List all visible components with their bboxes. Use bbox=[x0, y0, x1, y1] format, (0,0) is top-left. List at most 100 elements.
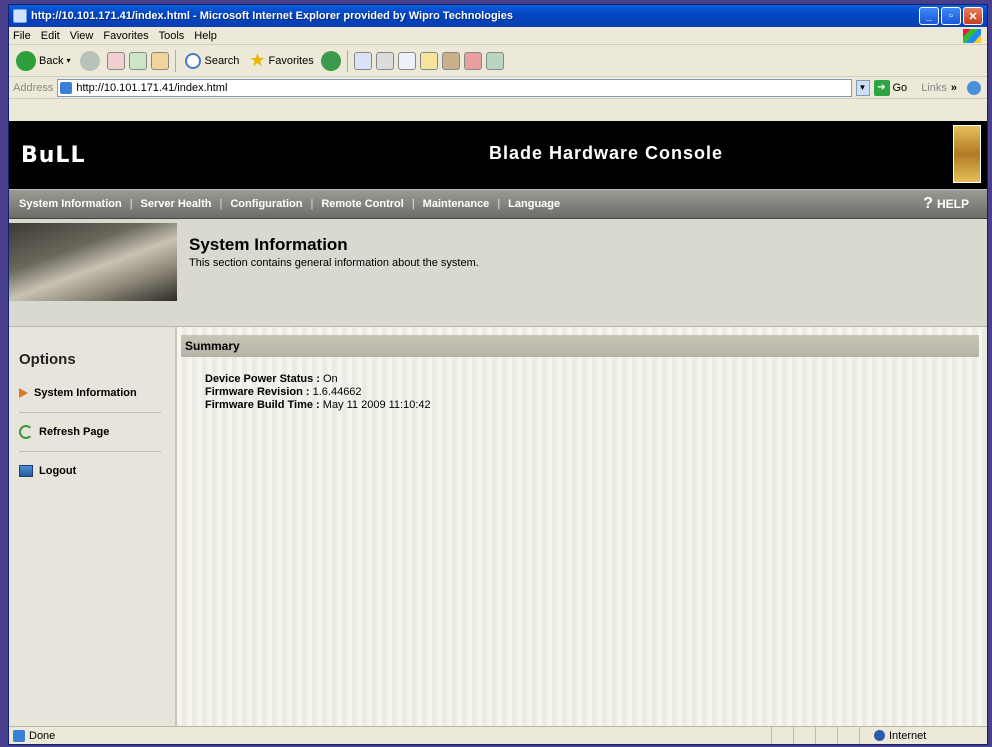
bull-logo: BuLL bbox=[21, 142, 86, 168]
page-icon bbox=[60, 81, 73, 94]
links-label[interactable]: Links bbox=[921, 82, 947, 94]
arrow-right-icon bbox=[19, 388, 28, 398]
section-title: System Information bbox=[189, 235, 348, 254]
windows-logo-icon bbox=[963, 28, 981, 43]
forward-arrow-icon bbox=[80, 50, 101, 71]
back-arrow-icon bbox=[16, 50, 36, 71]
search-label: Search bbox=[204, 54, 240, 67]
sidebar-item-label: Refresh Page bbox=[39, 426, 110, 438]
help-label: HELP bbox=[936, 197, 969, 211]
close-button[interactable]: ✕ bbox=[963, 7, 983, 25]
search-button[interactable]: Search bbox=[182, 51, 242, 71]
summary-label: Firmware Build Time : bbox=[205, 399, 320, 411]
minimize-button[interactable]: _ bbox=[919, 7, 939, 25]
address-value: http://10.101.171.41/index.html bbox=[76, 81, 228, 94]
go-label: Go bbox=[892, 81, 908, 94]
status-cell bbox=[793, 727, 815, 744]
summary-label: Firmware Revision : bbox=[205, 386, 310, 398]
menu-view[interactable]: View bbox=[70, 30, 94, 42]
go-button[interactable]: ➔ Go bbox=[873, 79, 908, 96]
title-bar: http://10.101.171.41/index.html - Micros… bbox=[9, 5, 987, 27]
nav-separator: | bbox=[219, 198, 223, 210]
go-arrow-icon: ➔ bbox=[873, 79, 890, 96]
folder-icon[interactable] bbox=[419, 51, 438, 70]
nav-separator: | bbox=[310, 198, 314, 210]
options-sidebar: Options System Information Refresh Page … bbox=[9, 327, 177, 727]
section-banner: System Information This section contains… bbox=[9, 219, 987, 327]
stop-icon[interactable] bbox=[107, 51, 126, 70]
summary-row-firmware-revision: Firmware Revision : 1.6.44662 bbox=[205, 386, 979, 399]
nav-remote-control[interactable]: Remote Control bbox=[321, 198, 404, 210]
menu-bar: File Edit View Favorites Tools Help bbox=[9, 27, 987, 45]
security-zone[interactable]: Internet bbox=[859, 727, 987, 744]
browser-window: http://10.101.171.41/index.html - Micros… bbox=[8, 4, 988, 745]
nav-system-information[interactable]: System Information bbox=[19, 198, 122, 210]
zone-text: Internet bbox=[889, 729, 927, 742]
forward-button[interactable] bbox=[77, 49, 103, 73]
edit-icon[interactable] bbox=[397, 51, 416, 70]
pdf-icon[interactable] bbox=[463, 51, 482, 70]
back-dropdown-icon[interactable]: ▾ bbox=[66, 56, 70, 65]
summary-header: Summary bbox=[181, 335, 979, 357]
sidebar-item-label: Logout bbox=[39, 465, 77, 477]
main-panel: Summary Device Power Status : On Firmwar… bbox=[177, 327, 987, 727]
sidebar-divider bbox=[19, 412, 161, 413]
globe-icon bbox=[874, 730, 885, 741]
research-icon[interactable] bbox=[441, 51, 460, 70]
favorites-label: Favorites bbox=[268, 54, 314, 67]
nav-server-health[interactable]: Server Health bbox=[141, 198, 212, 210]
refresh-icon[interactable] bbox=[129, 51, 148, 70]
window-title: http://10.101.171.41/index.html - Micros… bbox=[31, 10, 513, 22]
help-button[interactable]: ? HELP bbox=[923, 195, 969, 213]
menu-file[interactable]: File bbox=[13, 30, 31, 42]
home-icon[interactable] bbox=[151, 51, 170, 70]
summary-row-power: Device Power Status : On bbox=[205, 373, 979, 386]
ie-icon bbox=[13, 9, 27, 23]
extension-icon[interactable] bbox=[967, 80, 981, 95]
summary-label: Device Power Status : bbox=[205, 373, 320, 385]
messenger-icon[interactable] bbox=[485, 51, 504, 70]
app-header: BuLL Blade Hardware Console bbox=[9, 121, 987, 189]
nav-separator: | bbox=[411, 198, 415, 210]
search-icon bbox=[185, 52, 202, 69]
maximize-button[interactable]: ▫ bbox=[941, 7, 961, 25]
menu-edit[interactable]: Edit bbox=[41, 30, 60, 42]
sidebar-item-refresh-page[interactable]: Refresh Page bbox=[19, 421, 175, 443]
page-content: BuLL Blade Hardware Console System Infor… bbox=[9, 121, 987, 728]
documents-photo bbox=[9, 223, 177, 301]
refresh-icon bbox=[19, 425, 33, 439]
status-cell bbox=[815, 727, 837, 744]
summary-row-build-time: Firmware Build Time : May 11 2009 11:10:… bbox=[205, 399, 979, 412]
sidebar-item-logout[interactable]: Logout bbox=[19, 460, 175, 482]
mail-icon[interactable] bbox=[353, 51, 372, 70]
nav-language[interactable]: Language bbox=[508, 198, 560, 210]
menu-tools[interactable]: Tools bbox=[159, 30, 185, 42]
back-button[interactable]: Back ▾ bbox=[13, 49, 73, 73]
status-cell bbox=[837, 727, 859, 744]
toolbar-separator bbox=[346, 49, 348, 72]
address-bar: Address http://10.101.171.41/index.html … bbox=[9, 77, 987, 99]
address-label: Address bbox=[13, 81, 54, 94]
history-icon[interactable] bbox=[320, 50, 341, 71]
favorites-button[interactable]: ★ Favorites bbox=[246, 48, 316, 73]
summary-value: May 11 2009 11:10:42 bbox=[322, 399, 431, 411]
sidebar-item-label: System Information bbox=[34, 387, 137, 399]
links-chevron-icon[interactable]: » bbox=[951, 82, 957, 94]
nav-configuration[interactable]: Configuration bbox=[230, 198, 302, 210]
print-icon[interactable] bbox=[375, 51, 394, 70]
status-bar: Done Internet bbox=[9, 726, 987, 744]
console-title: Blade Hardware Console bbox=[489, 143, 724, 163]
section-subtitle: This section contains general informatio… bbox=[189, 257, 479, 269]
nav-separator: | bbox=[497, 198, 501, 210]
sidebar-item-system-information[interactable]: System Information bbox=[19, 382, 175, 404]
address-input[interactable]: http://10.101.171.41/index.html bbox=[57, 78, 852, 97]
toolbar: Back ▾ Search ★ Favorites bbox=[9, 45, 987, 77]
nav-maintenance[interactable]: Maintenance bbox=[423, 198, 490, 210]
address-dropdown-icon[interactable]: ▼ bbox=[855, 79, 870, 96]
menu-favorites[interactable]: Favorites bbox=[103, 30, 148, 42]
summary-value: On bbox=[323, 373, 338, 385]
main-nav: System Information | Server Health | Con… bbox=[9, 189, 987, 219]
status-text: Done bbox=[29, 729, 56, 742]
toolbar-separator bbox=[175, 49, 177, 72]
menu-help[interactable]: Help bbox=[194, 30, 217, 42]
